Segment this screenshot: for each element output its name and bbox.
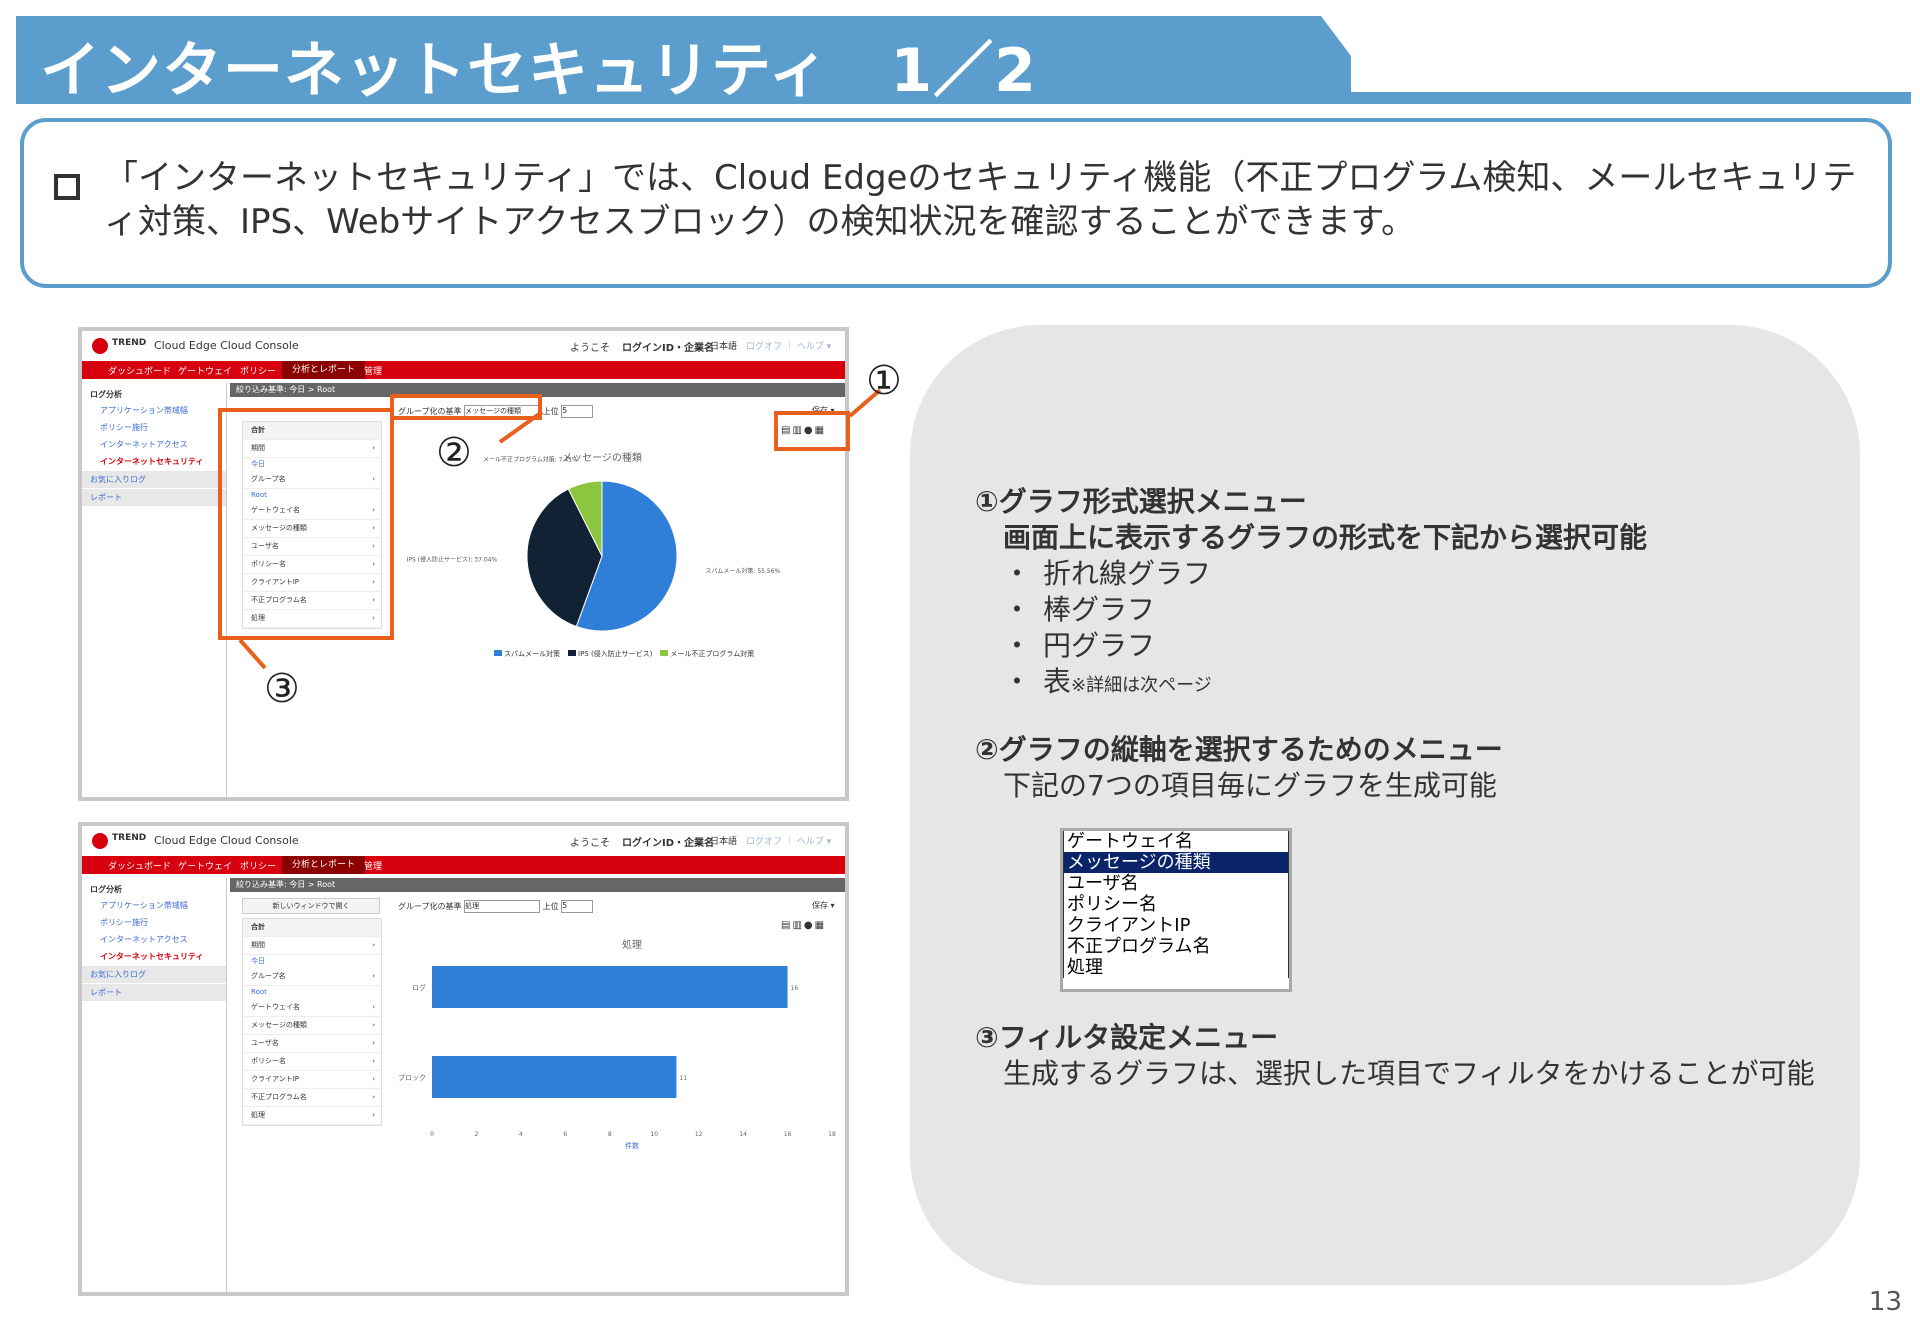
explanation-panel [910,325,1860,1285]
item1-option-line: 折れ線グラフ [1003,556,1211,592]
list-option[interactable]: クライアントIP [1063,915,1289,936]
item1-option-table-note: ※詳細は次ページ [1071,675,1212,696]
list-option-selected[interactable]: メッセージの種類 [1063,852,1289,873]
item1-option-bar: 棒グラフ [1003,592,1155,628]
list-option[interactable]: 処理 [1063,957,1289,978]
callout-3: ③ [264,666,300,712]
callout-2: ② [436,430,472,476]
item1-option-table-label: 表 [1043,665,1072,698]
item1-option-table: 表※詳細は次ページ [1003,664,1212,704]
item3-title: ③フィルタ設定メニュー [975,1021,1279,1054]
list-option[interactable]: ユーザ名 [1063,873,1289,894]
item1-title: ①グラフ形式選択メニュー [975,485,1307,518]
group-by-options-list: ゲートウェイ名 メッセージの種類 ユーザ名 ポリシー名 クライアントIP 不正プログラム名… [1060,828,1292,992]
item2-title: ②グラフの縦軸を選択するためのメニュー [975,733,1503,766]
list-option[interactable]: ポリシー名 [1063,894,1289,915]
item2-desc: 下記の7つの項目毎にグラフを生成可能 [1003,769,1497,802]
list-option[interactable]: 不正プログラム名 [1063,936,1289,957]
list-option[interactable]: ゲートウェイ名 [1063,831,1289,852]
page-number: 13 [1868,1287,1902,1317]
item1-option-pie: 円グラフ [1003,628,1155,664]
item1-subtitle: 画面上に表示するグラフの形式を下記から選択可能 [1003,521,1648,554]
callout-1: ① [866,358,902,404]
item3-desc: 生成するグラフは、選択した項目でフィルタをかけることが可能 [1003,1057,1815,1090]
